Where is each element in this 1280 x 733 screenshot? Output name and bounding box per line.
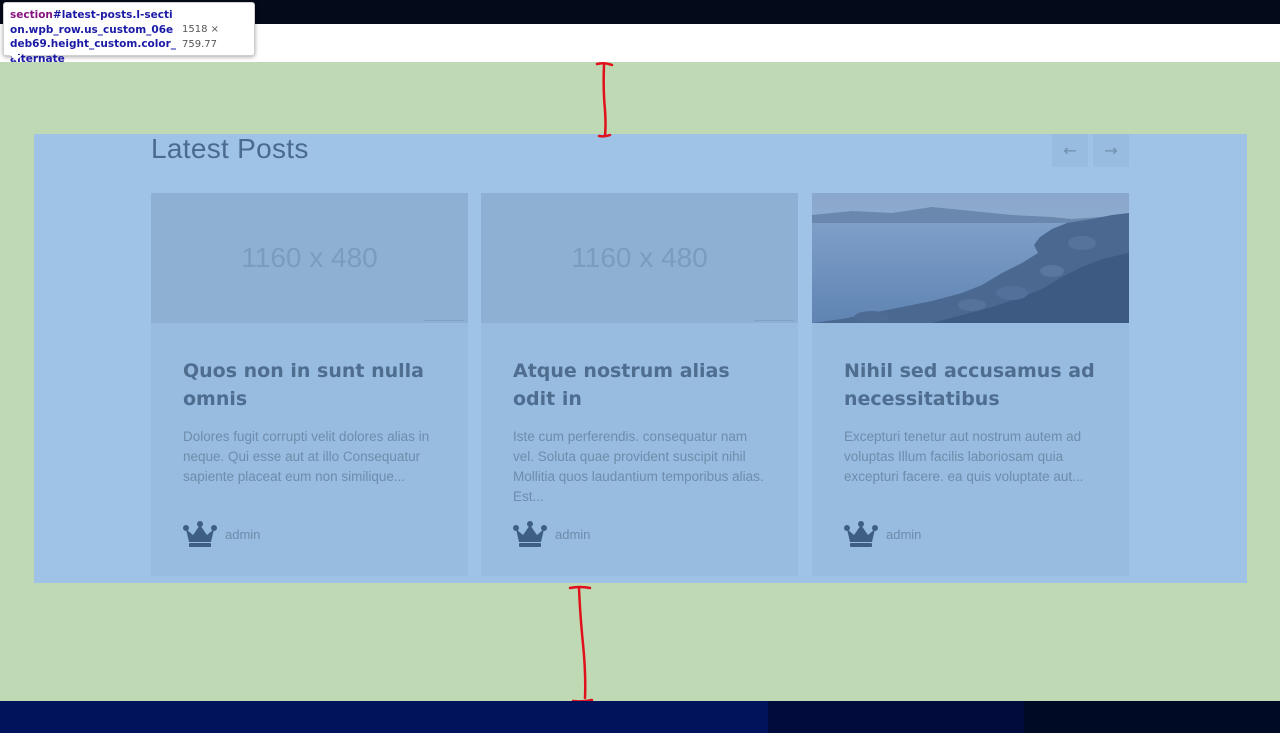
crown-icon (844, 521, 878, 547)
author-name[interactable]: admin (225, 527, 260, 542)
tooltip-selector: section#latest-posts.l-section.wpb_row.u… (10, 8, 178, 66)
tooltip-arrow (10, 55, 22, 61)
post-image-placeholder[interactable]: 1160 x 480 (481, 193, 798, 323)
post-title[interactable]: Quos non in sunt nulla omnis (183, 357, 436, 413)
crown-icon (513, 521, 547, 547)
post-title[interactable]: Atque nostrum alias odit in (513, 357, 766, 413)
arrow-left-icon: ← (1063, 141, 1077, 160)
tooltip-dimensions: 1518 × 759.77 (182, 24, 220, 50)
post-excerpt: Dolores fugit corrupti velit dolores ali… (183, 429, 430, 484)
placeholder-size-label: 1160 x 480 (571, 242, 708, 273)
carousel-prev-button[interactable]: ← (1052, 134, 1088, 167)
post-card[interactable]: 1160 x 480 Atque nostrum alias odit in I… (481, 193, 798, 576)
author-name[interactable]: admin (886, 527, 921, 542)
crown-icon (183, 521, 217, 547)
post-card[interactable]: 1160 x 480 Quos non in sunt nulla omnis … (151, 193, 468, 576)
footer-segment (1024, 701, 1280, 733)
post-excerpt: Excepturi tenetur aut nostrum autem ad v… (844, 429, 1084, 484)
placeholder-size-label: 1160 x 480 (241, 242, 378, 273)
footer-segment (768, 701, 1024, 733)
author-name[interactable]: admin (555, 527, 590, 542)
placeholder-underline (424, 320, 464, 321)
post-author[interactable]: admin (844, 520, 921, 548)
post-image-landscape[interactable] (812, 193, 1129, 323)
arrow-right-icon: → (1104, 141, 1118, 160)
tooltip-selector-tag: section (10, 9, 53, 21)
placeholder-underline (754, 320, 794, 321)
devtools-element-tooltip: section#latest-posts.l-section.wpb_row.u… (3, 2, 255, 65)
post-author[interactable]: admin (183, 520, 260, 548)
landscape-photo (812, 193, 1129, 323)
post-author[interactable]: admin (513, 520, 590, 548)
post-excerpt: Iste cum perferendis. consequatur nam ve… (513, 429, 764, 504)
footer-segment (0, 701, 768, 733)
carousel-next-button[interactable]: → (1093, 134, 1129, 167)
section-title: Latest Posts (151, 133, 309, 164)
post-title[interactable]: Nihil sed accusamus ad necessitatibus (844, 357, 1097, 413)
post-image-placeholder[interactable]: 1160 x 480 (151, 193, 468, 323)
spacing-annotation-top (595, 61, 614, 138)
spacing-annotation-bottom (568, 585, 594, 703)
post-card[interactable]: Nihil sed accusamus ad necessitatibus Ex… (812, 193, 1129, 576)
